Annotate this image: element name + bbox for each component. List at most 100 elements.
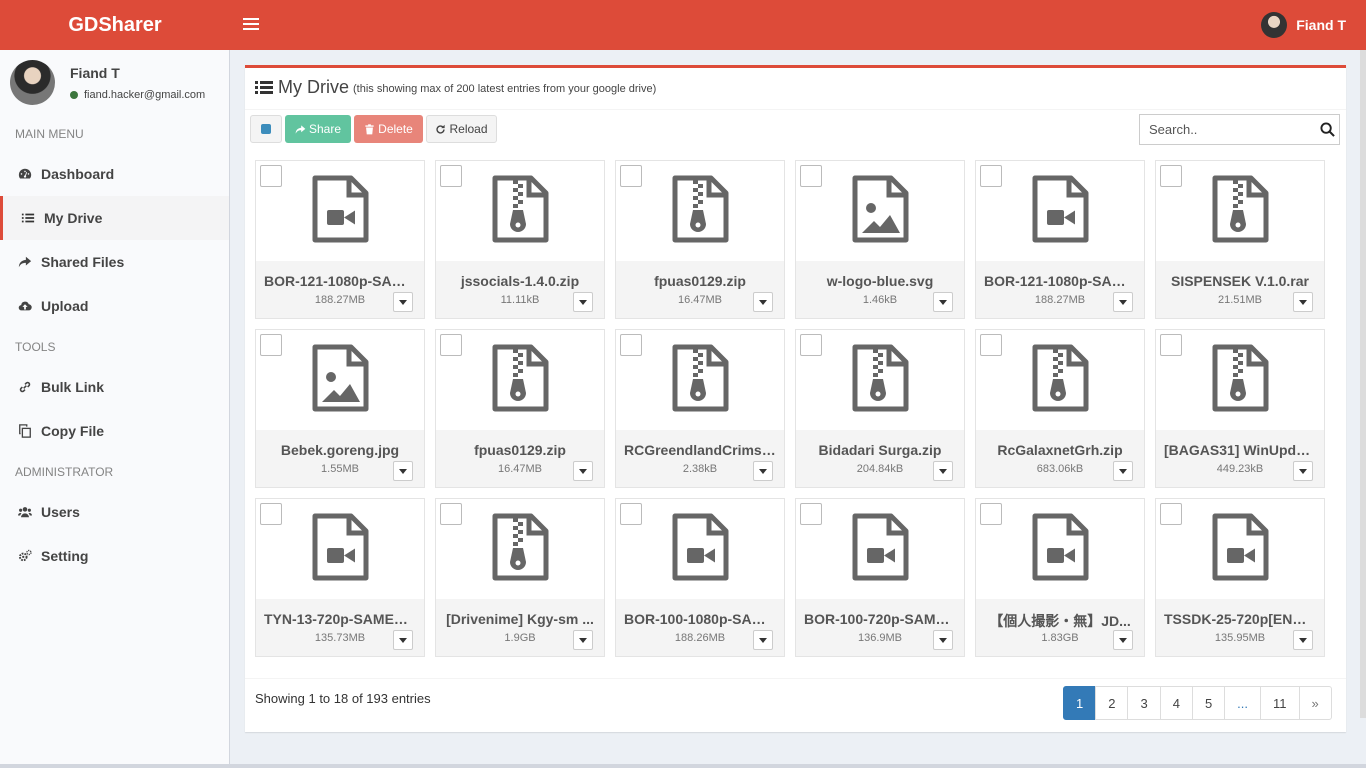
sidebar-item-bulk-link[interactable]: Bulk Link bbox=[0, 365, 229, 409]
file-actions-dropdown[interactable] bbox=[1113, 461, 1133, 481]
scrollbar[interactable] bbox=[1360, 50, 1366, 718]
file-checkbox[interactable] bbox=[440, 503, 462, 525]
file-card[interactable]: RcGalaxnetGrh.zip 683.06kB bbox=[975, 329, 1145, 488]
file-checkbox[interactable] bbox=[620, 165, 642, 187]
page-next-button[interactable]: » bbox=[1298, 686, 1332, 720]
file-card[interactable]: fpuas0129.zip 16.47MB bbox=[435, 329, 605, 488]
file-name[interactable]: RCGreendlandCrimson... bbox=[624, 442, 776, 458]
file-checkbox[interactable] bbox=[800, 503, 822, 525]
page-button[interactable]: 5 bbox=[1191, 686, 1226, 720]
file-name[interactable]: TSSDK-25-720p[END]... bbox=[1164, 611, 1316, 627]
file-checkbox[interactable] bbox=[620, 334, 642, 356]
file-name[interactable]: BOR-100-1080p-SAME... bbox=[624, 611, 776, 627]
file-checkbox[interactable] bbox=[260, 165, 282, 187]
share-button[interactable]: Share bbox=[285, 115, 351, 143]
file-actions-dropdown[interactable] bbox=[1113, 292, 1133, 312]
reload-button[interactable]: Reload bbox=[426, 115, 497, 143]
file-name[interactable]: Bidadari Surga.zip bbox=[804, 442, 956, 458]
sidebar-item-my-drive[interactable]: My Drive bbox=[0, 196, 229, 240]
file-checkbox[interactable] bbox=[440, 334, 462, 356]
file-card[interactable]: [Drivenime] Kgy-sm ... 1.9GB bbox=[435, 498, 605, 657]
file-name[interactable]: BOR-121-1080p-SAME... bbox=[984, 273, 1136, 289]
file-card[interactable]: fpuas0129.zip 16.47MB bbox=[615, 160, 785, 319]
file-name[interactable]: 【個人撮影・無】JD... bbox=[984, 611, 1136, 631]
file-name[interactable]: jssocials-1.4.0.zip bbox=[444, 273, 596, 289]
select-all-button[interactable] bbox=[250, 115, 282, 143]
file-actions-dropdown[interactable] bbox=[933, 630, 953, 650]
file-card[interactable]: w-logo-blue.svg 1.46kB bbox=[795, 160, 965, 319]
sidebar-item-copy-file[interactable]: Copy File bbox=[0, 409, 229, 453]
file-actions-dropdown[interactable] bbox=[753, 461, 773, 481]
file-checkbox[interactable] bbox=[260, 334, 282, 356]
file-actions-dropdown[interactable] bbox=[753, 292, 773, 312]
sidebar-item-dashboard[interactable]: Dashboard bbox=[0, 152, 229, 196]
file-checkbox[interactable] bbox=[620, 503, 642, 525]
file-name[interactable]: SISPENSEK V.1.0.rar bbox=[1164, 273, 1316, 289]
header-user-menu[interactable]: Fiand T bbox=[1261, 12, 1346, 38]
file-actions-dropdown[interactable] bbox=[393, 292, 413, 312]
file-card[interactable]: TYN-13-720p-SAMEHA... 135.73MB bbox=[255, 498, 425, 657]
file-card[interactable]: Bebek.goreng.jpg 1.55MB bbox=[255, 329, 425, 488]
file-checkbox[interactable] bbox=[800, 165, 822, 187]
file-card[interactable]: SISPENSEK V.1.0.rar 21.51MB bbox=[1155, 160, 1325, 319]
file-actions-dropdown[interactable] bbox=[1293, 461, 1313, 481]
file-card[interactable]: BOR-100-1080p-SAME... 188.26MB bbox=[615, 498, 785, 657]
file-actions-dropdown[interactable] bbox=[1113, 630, 1133, 650]
file-checkbox[interactable] bbox=[980, 503, 1002, 525]
app-logo[interactable]: GDSharer bbox=[0, 0, 230, 50]
file-actions-dropdown[interactable] bbox=[933, 461, 953, 481]
file-checkbox[interactable] bbox=[980, 334, 1002, 356]
sidebar-item-setting[interactable]: Setting bbox=[0, 534, 229, 578]
file-actions-dropdown[interactable] bbox=[573, 292, 593, 312]
file-actions-dropdown[interactable] bbox=[573, 461, 593, 481]
page-button[interactable]: ... bbox=[1224, 686, 1262, 720]
sidebar-item-shared-files[interactable]: Shared Files bbox=[0, 240, 229, 284]
file-checkbox[interactable] bbox=[980, 165, 1002, 187]
file-name[interactable]: fpuas0129.zip bbox=[624, 273, 776, 289]
file-card[interactable]: TSSDK-25-720p[END]... 135.95MB bbox=[1155, 498, 1325, 657]
file-card[interactable]: 【個人撮影・無】JD... 1.83GB bbox=[975, 498, 1145, 657]
file-actions-dropdown[interactable] bbox=[1293, 630, 1313, 650]
page-button[interactable]: 2 bbox=[1095, 686, 1129, 720]
file-card[interactable]: BOR-121-1080p-SAME... 188.27MB bbox=[255, 160, 425, 319]
search-input[interactable] bbox=[1140, 115, 1310, 144]
title-text: My Drive bbox=[278, 77, 349, 97]
file-actions-dropdown[interactable] bbox=[1293, 292, 1313, 312]
file-checkbox[interactable] bbox=[1160, 503, 1182, 525]
file-name[interactable]: RcGalaxnetGrh.zip bbox=[984, 442, 1136, 458]
file-actions-dropdown[interactable] bbox=[933, 292, 953, 312]
file-name[interactable]: [Drivenime] Kgy-sm ... bbox=[444, 611, 596, 627]
page-button[interactable]: 1 bbox=[1063, 686, 1097, 720]
file-card[interactable]: Bidadari Surga.zip 204.84kB bbox=[795, 329, 965, 488]
file-card[interactable]: BOR-100-720p-SAMEH... 136.9MB bbox=[795, 498, 965, 657]
file-actions-dropdown[interactable] bbox=[753, 630, 773, 650]
file-checkbox[interactable] bbox=[1160, 165, 1182, 187]
sidebar-item-upload[interactable]: Upload bbox=[0, 284, 229, 328]
search-icon[interactable] bbox=[1320, 122, 1335, 137]
delete-button[interactable]: Delete bbox=[354, 115, 423, 143]
sidebar-user-name: Fiand T bbox=[70, 65, 120, 81]
sidebar-item-users[interactable]: Users bbox=[0, 490, 229, 534]
page-button[interactable]: 4 bbox=[1159, 686, 1193, 720]
file-card[interactable]: jssocials-1.4.0.zip 11.11kB bbox=[435, 160, 605, 319]
file-name[interactable]: [BAGAS31] WinUpdBlo... bbox=[1164, 442, 1316, 458]
file-card[interactable]: BOR-121-1080p-SAME... 188.27MB bbox=[975, 160, 1145, 319]
file-card[interactable]: [BAGAS31] WinUpdBlo... 449.23kB bbox=[1155, 329, 1325, 488]
file-name[interactable]: w-logo-blue.svg bbox=[804, 273, 956, 289]
file-checkbox[interactable] bbox=[260, 503, 282, 525]
file-checkbox[interactable] bbox=[1160, 334, 1182, 356]
file-checkbox[interactable] bbox=[800, 334, 822, 356]
page-button[interactable]: 11 bbox=[1260, 686, 1300, 720]
file-actions-dropdown[interactable] bbox=[393, 461, 413, 481]
file-name[interactable]: fpuas0129.zip bbox=[444, 442, 596, 458]
file-actions-dropdown[interactable] bbox=[393, 630, 413, 650]
file-name[interactable]: TYN-13-720p-SAMEHA... bbox=[264, 611, 416, 627]
file-name[interactable]: BOR-121-1080p-SAME... bbox=[264, 273, 416, 289]
file-name[interactable]: Bebek.goreng.jpg bbox=[264, 442, 416, 458]
file-checkbox[interactable] bbox=[440, 165, 462, 187]
file-actions-dropdown[interactable] bbox=[573, 630, 593, 650]
sidebar-toggle-icon[interactable] bbox=[243, 15, 259, 35]
page-button[interactable]: 3 bbox=[1127, 686, 1161, 720]
file-card[interactable]: RCGreendlandCrimson... 2.38kB bbox=[615, 329, 785, 488]
file-name[interactable]: BOR-100-720p-SAMEH... bbox=[804, 611, 956, 627]
